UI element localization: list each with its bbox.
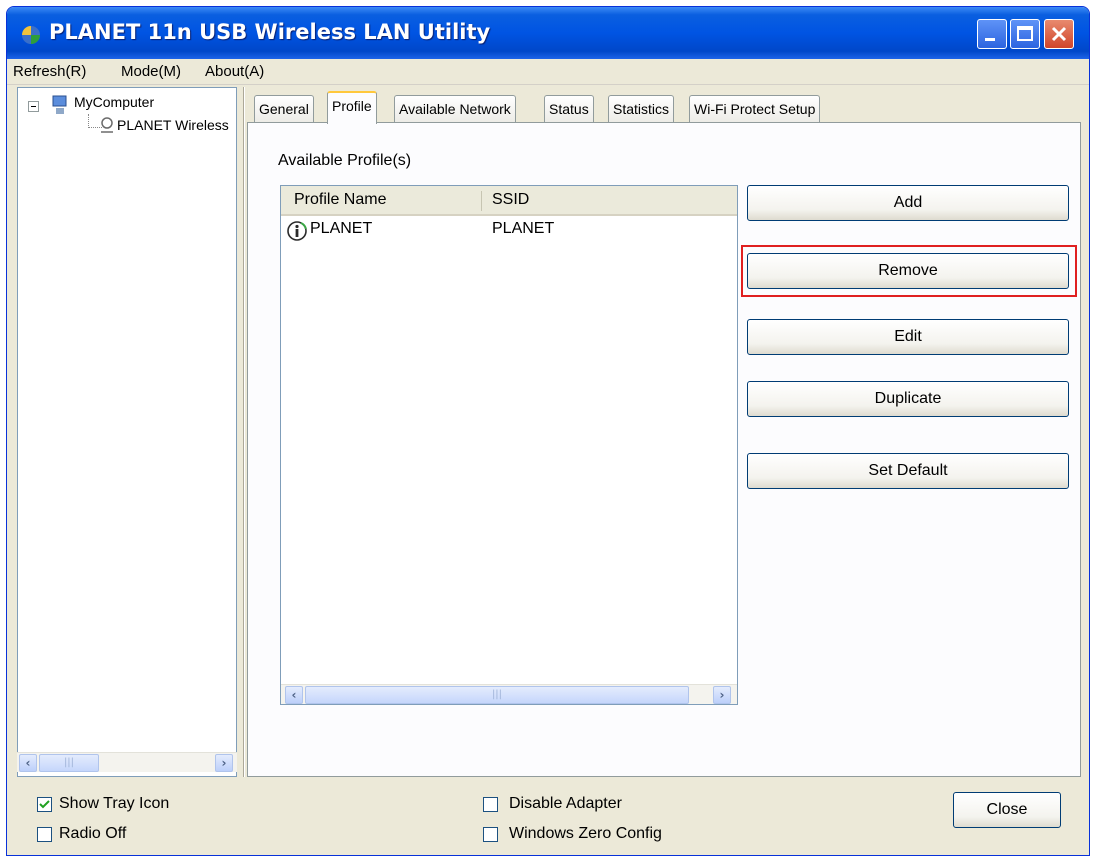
duplicate-button[interactable]: Duplicate [747, 381, 1069, 417]
menu-about[interactable]: About(A) [205, 63, 264, 80]
menu-mode[interactable]: Mode(M) [121, 63, 181, 80]
scroll-thumb[interactable]: ||| [39, 754, 99, 772]
column-separator [481, 191, 482, 211]
menu-bar: Refresh(R) Mode(M) About(A) [7, 59, 1089, 85]
window-title: PLANET 11n USB Wireless LAN Utility [49, 20, 491, 44]
panel-splitter[interactable] [243, 87, 245, 777]
tree-connector [88, 114, 89, 128]
tab-general[interactable]: General [254, 95, 314, 123]
column-header-profile-name[interactable]: Profile Name [294, 191, 386, 209]
checkbox-checked[interactable] [37, 797, 52, 812]
main-window: PLANET 11n USB Wireless LAN Utility Refr… [6, 6, 1090, 856]
scroll-thumb[interactable]: ||| [305, 686, 689, 704]
close-window-button[interactable] [1044, 19, 1074, 49]
wireless-app-icon [22, 26, 40, 44]
maximize-icon [1017, 26, 1033, 41]
tab-wifi-protect-setup[interactable]: Wi-Fi Protect Setup [689, 95, 821, 123]
profile-list-header: Profile Name SSID [281, 186, 737, 216]
ssid-cell: PLANET [492, 220, 555, 237]
add-button[interactable]: Add [747, 185, 1069, 221]
maximize-button[interactable] [1010, 19, 1040, 49]
device-tree: MyComputer PLANET Wireless [17, 87, 237, 777]
edit-button[interactable]: Edit [747, 319, 1069, 355]
info-icon [287, 221, 307, 241]
title-bar[interactable]: PLANET 11n USB Wireless LAN Utility [7, 7, 1089, 59]
profile-list-horizontal-scrollbar[interactable]: ‹ ||| › [281, 684, 737, 704]
tab-statistics[interactable]: Statistics [608, 95, 675, 123]
profile-list[interactable]: Profile Name SSID PLANET PLANET ‹ ||| › [280, 185, 738, 705]
show-tray-icon-label: Show Tray Icon [59, 795, 170, 812]
close-button[interactable]: Close [953, 792, 1061, 828]
radio-off-label: Radio Off [59, 825, 127, 842]
tree-horizontal-scrollbar[interactable]: ‹ ||| › [17, 752, 237, 772]
scroll-right-icon[interactable]: › [215, 754, 233, 772]
checkbox-unchecked[interactable] [483, 797, 498, 812]
disable-adapter-label: Disable Adapter [509, 795, 622, 812]
tab-profile[interactable]: Profile [327, 91, 377, 124]
scroll-left-icon[interactable]: ‹ [285, 686, 303, 704]
tree-item-planet-wireless[interactable]: PLANET Wireless [117, 117, 229, 133]
scroll-left-icon[interactable]: ‹ [19, 754, 37, 772]
profile-name-cell: PLANET [310, 220, 373, 237]
available-profiles-label: Available Profile(s) [278, 152, 412, 169]
minimize-button[interactable] [977, 19, 1007, 49]
column-header-ssid[interactable]: SSID [492, 191, 529, 209]
checkmark-icon [39, 800, 50, 809]
minimize-icon [985, 38, 995, 41]
set-default-button[interactable]: Set Default [747, 453, 1069, 489]
menu-refresh[interactable]: Refresh(R) [13, 63, 86, 80]
close-icon [1051, 26, 1067, 42]
wireless-adapter-icon [101, 117, 113, 133]
scroll-right-icon[interactable]: › [713, 686, 731, 704]
tab-status[interactable]: Status [544, 95, 594, 123]
list-item[interactable]: PLANET PLANET [281, 218, 737, 244]
tab-available-network[interactable]: Available Network [394, 95, 516, 123]
windows-zero-config-label: Windows Zero Config [509, 825, 662, 842]
tree-collapse-toggle[interactable] [28, 101, 39, 112]
checkbox-unchecked[interactable] [37, 827, 52, 842]
checkbox-unchecked[interactable] [483, 827, 498, 842]
computer-icon [52, 95, 67, 114]
remove-button[interactable]: Remove [747, 253, 1069, 289]
tree-item-mycomputer[interactable]: MyComputer [74, 94, 154, 110]
